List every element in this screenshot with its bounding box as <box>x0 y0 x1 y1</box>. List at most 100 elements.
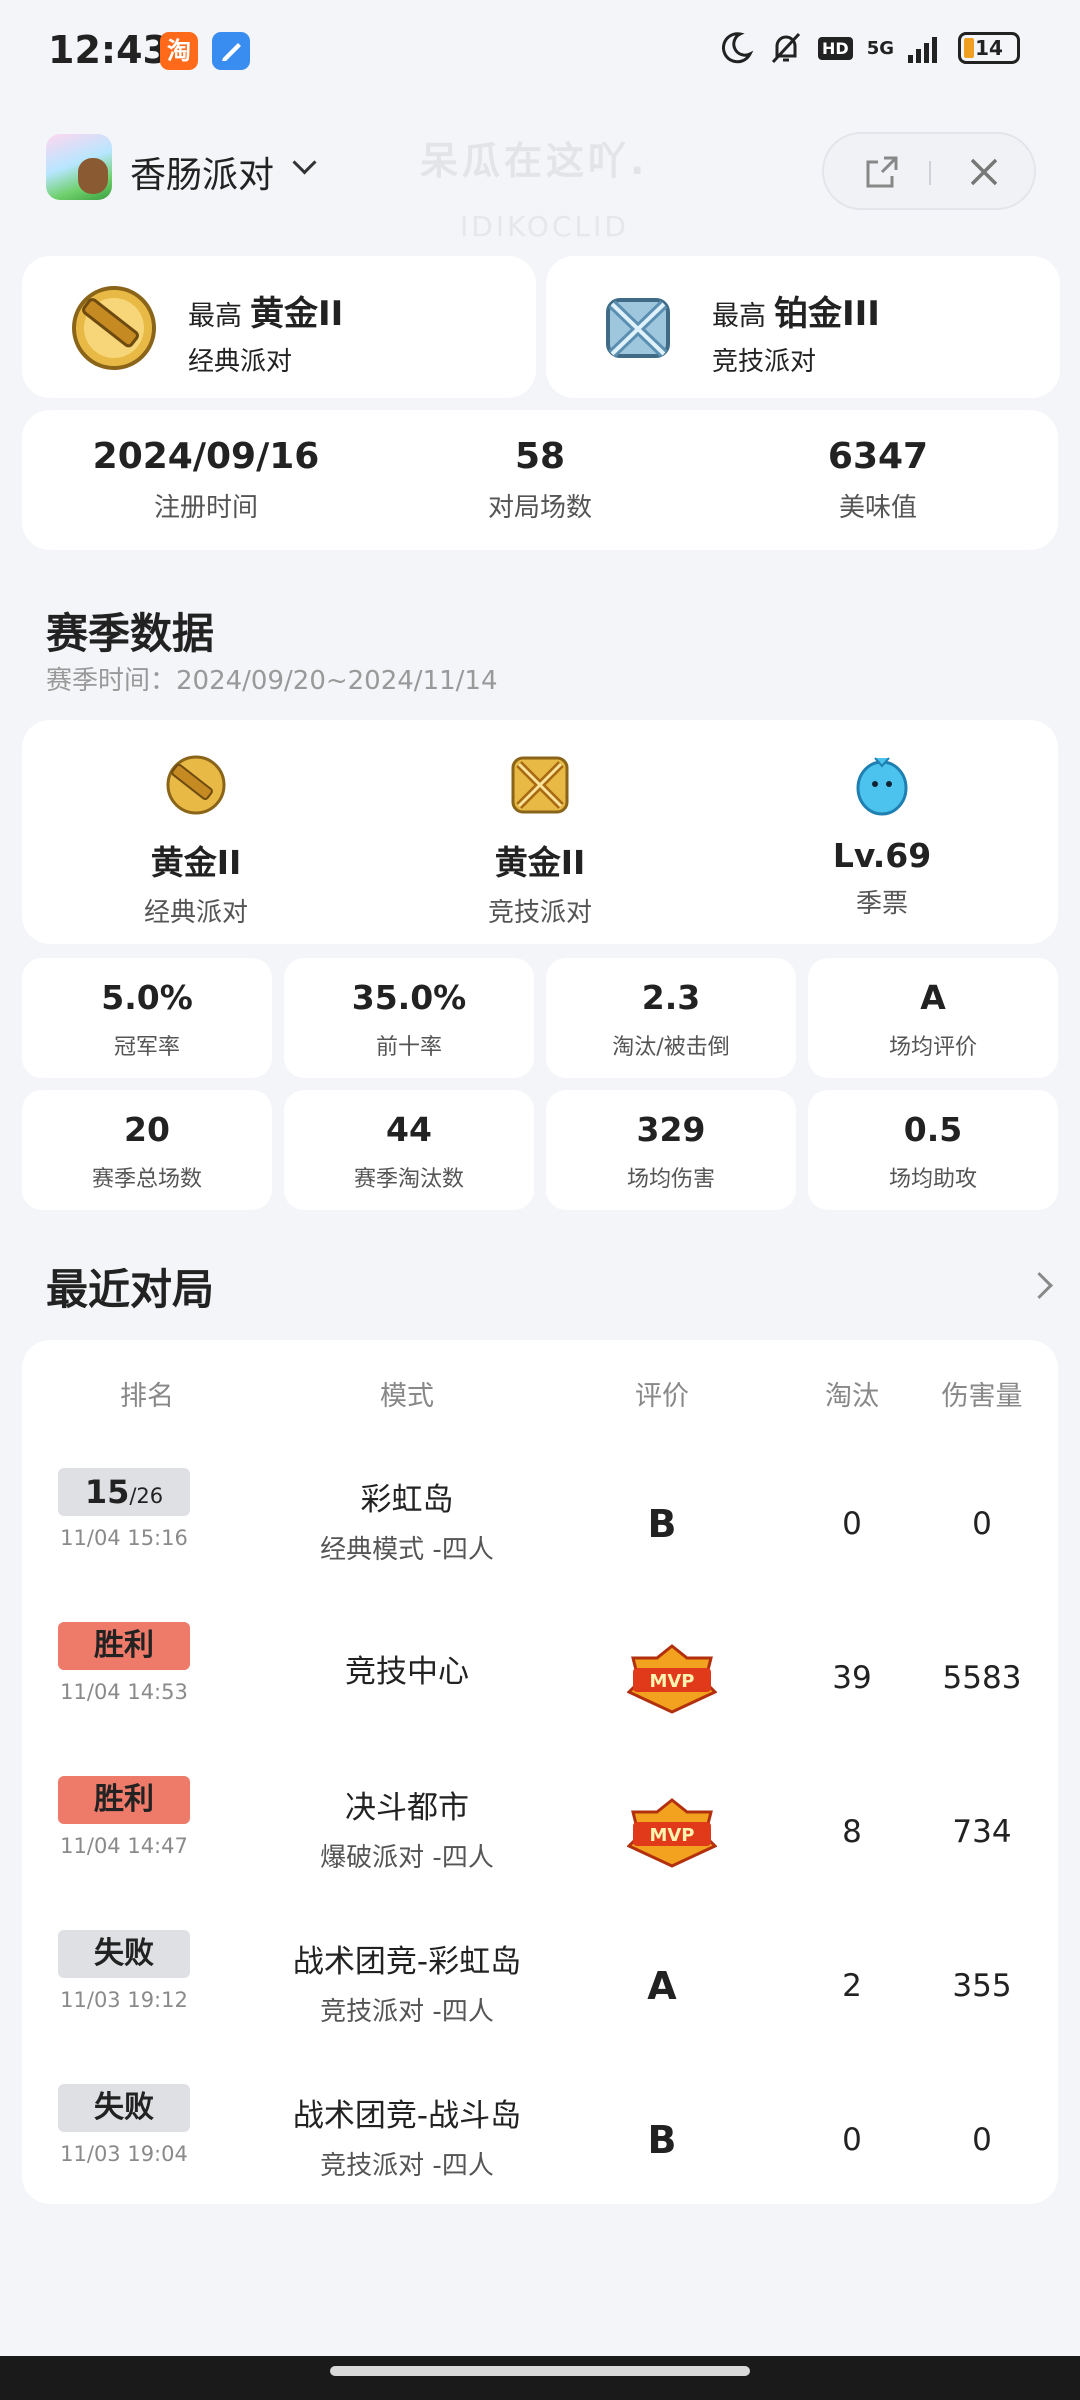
match-time: 11/04 14:53 <box>60 1680 188 1704</box>
status-icons: HD 5G 14 <box>718 30 1020 66</box>
mvp-label: MVP <box>649 1671 694 1692</box>
match-grade: B <box>647 1502 677 1546</box>
col-header-mode: 模式 <box>380 1381 434 1412</box>
stat-tile: 329 场均伤害 <box>546 1090 796 1210</box>
capsule-divider <box>929 161 931 185</box>
season-item-name: 黄金II <box>494 843 586 882</box>
rank-mode: 竞技派对 <box>712 347 817 377</box>
result-badge: 失败 <box>58 1930 190 1978</box>
match-kills: 2 <box>842 1968 862 2004</box>
rank-tier: 铂金III <box>774 294 880 334</box>
match-damage: 355 <box>952 1968 1012 2004</box>
stat-label: 注册时间 <box>153 493 258 523</box>
stat-tile: 0.5 场均助攻 <box>808 1090 1058 1210</box>
network-label: 5G <box>866 37 894 59</box>
game-logo-icon[interactable] <box>46 134 112 200</box>
rank-card-classic: 最高 黄金II 经典派对 <box>22 256 536 398</box>
col-header-kills: 淘汰 <box>825 1381 879 1412</box>
match-row[interactable]: 胜利 11/04 14:53 竞技中心 MVP 39 5583 <box>22 1604 1058 1758</box>
stat-value: 2.3 <box>641 978 701 1017</box>
stat-label: 场均助攻 <box>888 1167 977 1192</box>
stat-tile: 20 赛季总场数 <box>22 1090 272 1210</box>
match-mode: 彩虹岛 <box>360 1482 454 1518</box>
stat-label: 场均伤害 <box>626 1167 715 1192</box>
share-icon[interactable] <box>864 154 900 190</box>
game-name[interactable]: 香肠派对 <box>130 146 274 198</box>
season-item-mode: 竞技派对 <box>487 898 592 928</box>
stat-label: 对局场数 <box>487 493 592 523</box>
season-item-name: Lv.69 <box>832 836 932 875</box>
match-damage: 5583 <box>942 1660 1022 1696</box>
match-row[interactable]: 失败 11/03 19:04 战术团竞-战斗岛 竞技派对 -四人 B 0 0 <box>22 2066 1058 2220</box>
rank-number: 15 <box>84 1473 130 1511</box>
stat-label: 冠军率 <box>113 1035 180 1060</box>
match-kills: 39 <box>832 1660 872 1696</box>
stat-label: 前十率 <box>375 1035 442 1060</box>
chevron-down-icon[interactable] <box>292 150 317 175</box>
col-header-rank: 排名 <box>120 1381 174 1412</box>
status-time: 12:43 <box>48 28 169 72</box>
blue-bird-icon <box>856 757 908 816</box>
gold-medal-icon <box>72 286 156 370</box>
match-row[interactable]: 15/26 11/04 15:16 彩虹岛 经典模式 -四人 B 0 0 <box>22 1450 1058 1604</box>
mvp-badge-icon: MVP <box>627 1798 717 1868</box>
battery-icon: 14 <box>958 32 1020 64</box>
match-submode: 竞技派对 -四人 <box>320 2151 494 2181</box>
mini-program-header: 香肠派对 <box>0 120 1080 220</box>
recent-title: 最近对局 <box>46 1265 215 1314</box>
match-kills: 0 <box>842 2122 862 2158</box>
stat-label: 淘汰/被击倒 <box>612 1035 730 1060</box>
season-card: 黄金II 经典派对 黄金II 竞技派对 Lv.69 季票 <box>22 720 1058 944</box>
rank-mode: 经典派对 <box>188 347 293 377</box>
match-mode: 战术团竞-彩虹岛 <box>292 1944 522 1980</box>
rank-total: /26 <box>129 1484 164 1508</box>
match-damage: 0 <box>972 2122 992 2158</box>
rank-tier: 黄金II <box>250 294 344 334</box>
match-grade: A <box>647 1964 677 2008</box>
result-badge: 失败 <box>58 2084 190 2132</box>
col-header-damage: 伤害量 <box>941 1381 1023 1412</box>
battery-level: 14 <box>975 36 1003 60</box>
stat-tile: 5.0% 冠军率 <box>22 958 272 1078</box>
stat-value: A <box>920 978 946 1017</box>
rank-badge: 15/26 <box>58 1468 190 1516</box>
gold-medal-icon <box>166 755 226 815</box>
match-row[interactable]: 失败 11/03 19:12 战术团竞-彩虹岛竞技派对 -四人 A 2 355 <box>22 1912 1058 2066</box>
match-submode: 经典模式 -四人 <box>320 1535 494 1565</box>
stat-tile: 35.0% 前十率 <box>284 958 534 1078</box>
stat-match-count: 58 对局场数 <box>370 436 710 524</box>
close-icon[interactable] <box>966 154 1002 190</box>
overview-card: 2024/09/16 注册时间 58 对局场数 6347 美味值 <box>22 410 1058 550</box>
season-item-competitive: 黄金II 竞技派对 <box>380 750 700 929</box>
match-kills: 8 <box>842 1814 862 1850</box>
match-time: 11/03 19:12 <box>60 1988 188 2012</box>
stat-value: 329 <box>636 1110 706 1149</box>
stat-value: 58 <box>514 436 566 477</box>
match-mode: 战术团竞-战斗岛 <box>292 2098 522 2134</box>
rank-card-competitive: 最高 铂金III 竞技派对 <box>546 256 1060 398</box>
stat-value: 6347 <box>827 436 929 477</box>
stat-value: 44 <box>386 1110 432 1149</box>
season-period: 赛季时间：2024/09/20~2024/11/14 <box>46 666 498 696</box>
match-time: 11/04 14:47 <box>60 1834 188 1858</box>
home-gesture-handle[interactable] <box>330 2366 750 2376</box>
stat-label: 美味值 <box>838 493 917 523</box>
stat-label: 赛季总场数 <box>91 1167 202 1192</box>
stat-value: 5.0% <box>101 978 193 1017</box>
match-mode: 竞技中心 <box>345 1654 469 1690</box>
capsule-menu <box>822 132 1036 210</box>
season-item-mode: 经典派对 <box>143 898 248 928</box>
match-kills: 0 <box>842 1506 862 1542</box>
rank-prefix: 最高 <box>712 301 766 332</box>
moon-icon <box>721 32 754 64</box>
match-row[interactable]: 胜利 11/04 14:47 决斗都市 爆破派对 -四人 MVP 8 734 <box>22 1758 1058 1912</box>
match-mode: 决斗都市 <box>345 1790 469 1826</box>
stat-label: 赛季淘汰数 <box>353 1167 464 1192</box>
status-bar: 12:43 淘 HD 5G 14 <box>0 0 1080 100</box>
match-submode: 竞技派对 -四人 <box>320 1997 494 2027</box>
recent-matches-table: 排名 模式 评价 淘汰 伤害量 15/26 11/04 15:16 彩虹岛 经典模… <box>22 1340 1058 2204</box>
season-item-pass: Lv.69 季票 <box>722 750 1042 920</box>
signal-icon <box>908 37 937 63</box>
notes-icon <box>212 32 250 70</box>
chevron-right-icon[interactable] <box>1026 1272 1053 1299</box>
